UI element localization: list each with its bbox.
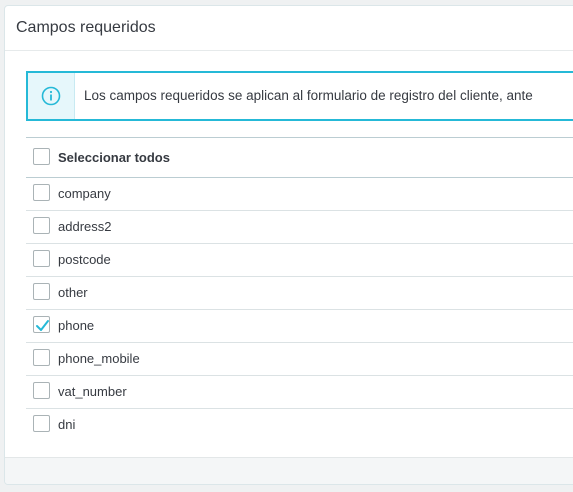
field-label: phone bbox=[58, 318, 95, 333]
field-checkbox-vat-number[interactable] bbox=[33, 382, 50, 399]
field-checkbox-phone-mobile[interactable] bbox=[33, 349, 50, 366]
field-row-phone: phone bbox=[26, 310, 573, 343]
panel-footer bbox=[5, 457, 573, 484]
checkmark-icon bbox=[36, 320, 49, 331]
panel-title: Campos requeridos bbox=[16, 19, 156, 36]
field-row-phone-mobile: phone_mobile bbox=[26, 343, 573, 376]
field-label: postcode bbox=[58, 252, 111, 267]
field-row-address2: address2 bbox=[26, 211, 573, 244]
field-checkbox-phone[interactable] bbox=[33, 316, 50, 333]
field-checkbox-company[interactable] bbox=[33, 184, 50, 201]
field-checkbox-postcode[interactable] bbox=[33, 250, 50, 267]
field-label: dni bbox=[58, 417, 76, 432]
required-fields-list: Seleccionar todos company address2 postcod… bbox=[26, 137, 573, 438]
field-row-other: other bbox=[26, 277, 573, 310]
field-checkbox-other[interactable] bbox=[33, 283, 50, 300]
field-label: phone_mobile bbox=[58, 351, 140, 366]
field-row-company: company bbox=[26, 178, 573, 211]
alert-text: Los campos requeridos se aplican al form… bbox=[84, 88, 533, 103]
info-icon bbox=[41, 86, 61, 106]
field-rows: company address2 postcode other phone phone_m… bbox=[26, 178, 573, 438]
alert-icon-box bbox=[28, 73, 75, 119]
field-label: company bbox=[58, 186, 111, 201]
select-all-checkbox[interactable] bbox=[33, 148, 50, 165]
field-row-dni: dni bbox=[26, 409, 573, 438]
select-all-label: Seleccionar todos bbox=[58, 150, 170, 165]
field-label: other bbox=[58, 285, 88, 300]
required-fields-panel: Campos requeridos Los campos requeridos … bbox=[4, 5, 573, 485]
info-alert: Los campos requeridos se aplican al form… bbox=[26, 71, 573, 121]
field-label: vat_number bbox=[58, 384, 127, 399]
field-label: address2 bbox=[58, 219, 112, 234]
field-checkbox-dni[interactable] bbox=[33, 415, 50, 432]
field-row-vat-number: vat_number bbox=[26, 376, 573, 409]
panel-heading: Campos requeridos bbox=[5, 6, 573, 51]
field-row-postcode: postcode bbox=[26, 244, 573, 277]
select-all-row: Seleccionar todos bbox=[26, 138, 573, 178]
field-checkbox-address2[interactable] bbox=[33, 217, 50, 234]
